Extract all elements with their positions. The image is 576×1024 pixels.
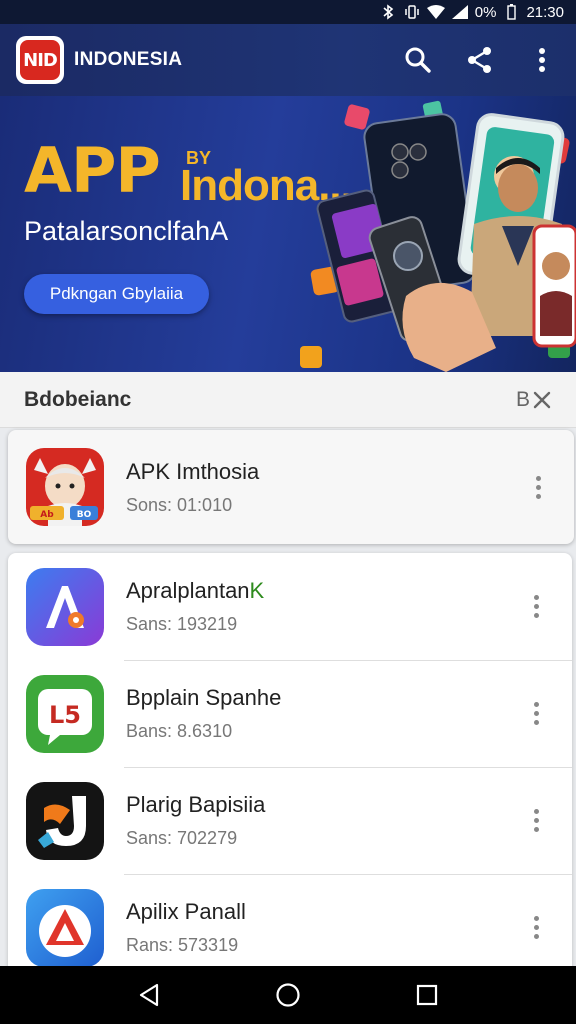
list-item-meta: Bans: 8.6310 xyxy=(126,721,233,741)
signal-icon xyxy=(451,4,469,20)
share-button[interactable] xyxy=(462,42,498,78)
banner-illustration xyxy=(300,100,576,372)
list-item-name-main: Apralplantan xyxy=(126,578,250,603)
more-dot xyxy=(533,720,539,725)
more-dot xyxy=(533,604,539,609)
a-logo-icon xyxy=(26,567,104,646)
list-item-text: Plarig Bapisiia Sans: 702279 xyxy=(126,792,265,849)
close-icon xyxy=(533,391,551,408)
status-time: 21:30 xyxy=(526,3,564,21)
l5-logo-icon: L5 xyxy=(26,674,104,753)
list-item-more-button[interactable] xyxy=(526,699,546,729)
more-dot xyxy=(533,934,539,939)
section-title: Bdobeianc xyxy=(24,387,132,411)
more-dot xyxy=(533,711,539,716)
list-item-more-button[interactable] xyxy=(526,913,546,943)
more-dot xyxy=(535,475,541,481)
more-dot xyxy=(533,916,539,921)
more-dot xyxy=(535,493,541,499)
more-dot xyxy=(533,827,539,832)
more-dot xyxy=(533,595,539,600)
more-dot xyxy=(533,818,539,823)
featured-icon-tag: BO xyxy=(77,510,92,520)
battery-level: 0% xyxy=(474,3,497,21)
more-dot xyxy=(533,809,539,814)
search-button[interactable] xyxy=(400,42,436,78)
more-dot xyxy=(535,484,541,490)
list-item-text: Bpplain Spanhe Bans: 8.6310 xyxy=(126,685,281,742)
nav-recents-button[interactable] xyxy=(407,975,447,1015)
wifi-icon xyxy=(426,4,445,20)
featured-app-icon: Ab BO xyxy=(26,448,104,526)
app-actions xyxy=(400,42,560,78)
share-icon xyxy=(468,47,491,73)
banner-title: APP xyxy=(24,134,161,207)
featured-app-card[interactable]: Ab BO APK Imthosia Sons: 01:010 xyxy=(8,430,574,544)
battery-icon xyxy=(502,4,520,20)
back-icon xyxy=(140,983,159,1007)
home-icon xyxy=(276,983,300,1007)
j-logo-icon xyxy=(26,781,104,860)
list-item[interactable]: Apilix Panall Rans: 573319 xyxy=(8,874,572,973)
list-item[interactable]: L5 Bpplain Spanhe Bans: 8.6310 xyxy=(8,660,572,767)
section-header: Bdobeianc B xyxy=(0,372,576,428)
bluetooth-icon xyxy=(379,4,397,20)
list-item-meta: Rans: 573319 xyxy=(126,935,239,955)
promo-banner[interactable]: APP BY Indona... PatalarsonclfahA Pdknga… xyxy=(0,96,576,372)
featured-icon-badge: Ab xyxy=(40,510,54,520)
app-bar: NID INDONESIA xyxy=(0,24,576,96)
triangle-logo-icon xyxy=(26,888,104,967)
list-item-name-accent: K xyxy=(249,578,265,603)
list-item[interactable]: Plarig Bapisiia Sans: 702279 xyxy=(8,767,572,874)
list-item-name: ApralplantanK xyxy=(126,578,264,604)
featured-app-name: APK Imthosia xyxy=(126,458,260,484)
list-item-meta: Sans: 193219 xyxy=(126,614,238,634)
search-icon xyxy=(405,47,431,73)
vibrate-icon xyxy=(403,4,421,20)
nav-back-button[interactable] xyxy=(129,975,169,1015)
list-item-more-button[interactable] xyxy=(526,592,546,622)
more-options-button[interactable] xyxy=(524,42,560,78)
app-list: ApralplantanK Sans: 193219 L5 Bpplain Sp… xyxy=(8,553,572,973)
list-item-name: Apilix Panall xyxy=(126,899,246,924)
app-logo[interactable]: NID xyxy=(16,36,64,84)
section-close-button[interactable]: B xyxy=(516,388,552,412)
list-item-more-button[interactable] xyxy=(526,806,546,836)
app-logo-text: NID xyxy=(20,40,60,80)
list-item-text: Apilix Panall Rans: 573319 xyxy=(126,899,246,956)
banner-subtitle: PatalarsonclfahA xyxy=(24,216,229,246)
list-item-text: ApralplantanK Sans: 193219 xyxy=(126,578,264,635)
banner-cta-button[interactable]: Pdkngan Gbylaiia xyxy=(24,274,209,314)
section-close-label: B xyxy=(515,387,530,411)
status-bar: 0% 21:30 xyxy=(0,0,576,24)
recents-icon xyxy=(416,984,437,1006)
more-dot xyxy=(533,702,539,707)
list-item-name: Bpplain Spanhe xyxy=(126,685,282,710)
list-item-name: Plarig Bapisiia xyxy=(126,792,266,817)
app-title: INDONESIA xyxy=(74,49,183,70)
more-dot xyxy=(533,613,539,618)
featured-app-meta: Sons: 01:010 xyxy=(126,494,233,515)
featured-app-text: APK Imthosia Sons: 01:010 xyxy=(126,459,259,516)
more-dot xyxy=(533,925,539,930)
list-item-meta: Sans: 702279 xyxy=(126,828,238,848)
more-vert-icon xyxy=(539,48,545,72)
system-nav-bar xyxy=(0,966,576,1024)
list-item[interactable]: ApralplantanK Sans: 193219 xyxy=(8,553,572,660)
featured-more-button[interactable] xyxy=(528,472,548,502)
l5-icon-text: L5 xyxy=(49,701,81,729)
nav-home-button[interactable] xyxy=(268,975,308,1015)
